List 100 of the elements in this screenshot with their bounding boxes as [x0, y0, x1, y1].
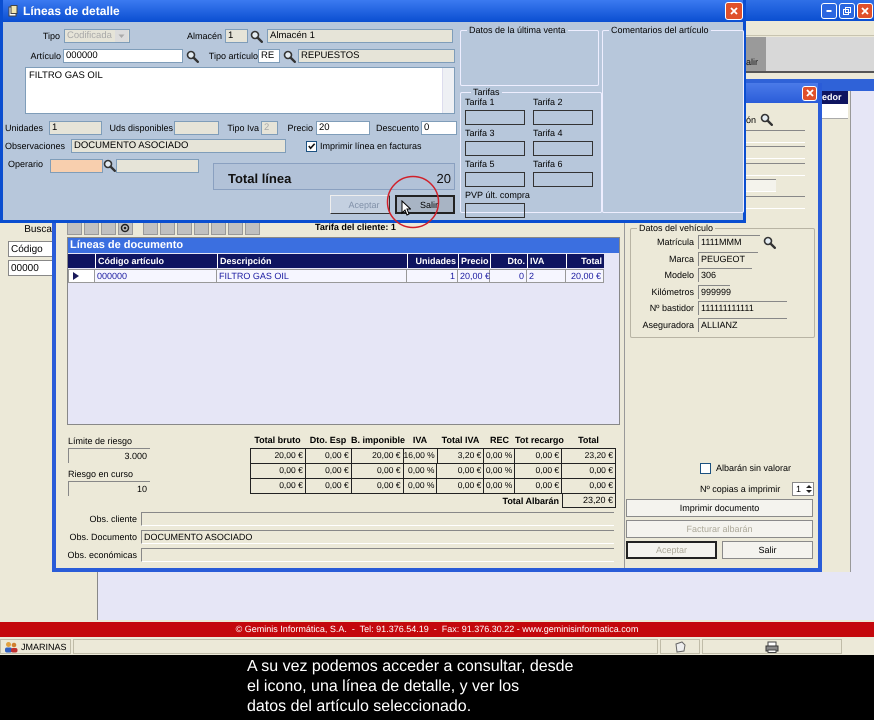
toolbar-button[interactable] [245, 222, 260, 235]
toolbar-button[interactable] [160, 222, 175, 235]
text-field[interactable] [465, 141, 525, 156]
text-field[interactable] [746, 162, 805, 176]
row-indicator[interactable] [68, 269, 95, 283]
search-icon[interactable] [250, 30, 263, 42]
table-cell-text: 23,20 € [584, 449, 614, 462]
toolbar-button[interactable] [143, 222, 158, 235]
checkbox[interactable] [700, 462, 711, 474]
text-field[interactable]: 999999 [698, 284, 730, 298]
text-field[interactable]: 306 [698, 268, 752, 282]
field-label: Tarifa 2 [533, 97, 564, 107]
spin-arrows-icon[interactable] [805, 483, 813, 495]
text-field[interactable] [746, 196, 805, 208]
toolbar-button[interactable] [194, 222, 209, 235]
table-cell: 0,00 % [404, 464, 438, 478]
field-label: Obs. cliente [88, 513, 137, 525]
toolbar-button[interactable] [118, 222, 133, 235]
text-field[interactable]: 1 [49, 121, 102, 135]
toolbar-button[interactable] [101, 222, 116, 235]
close-button[interactable] [857, 2, 873, 18]
printer-icon [764, 640, 779, 652]
text-field[interactable]: 000000 [63, 49, 183, 63]
table-cell: 0,00 % [484, 464, 516, 478]
field-label: Matrícula [656, 237, 694, 247]
spinner-field[interactable]: 1 [792, 482, 814, 496]
restore-button[interactable] [839, 2, 855, 18]
text-field[interactable] [174, 121, 219, 135]
column-header[interactable]: Código artículo [95, 254, 217, 268]
text-field[interactable]: Almacén 1 [267, 29, 453, 43]
text-field[interactable] [465, 203, 525, 218]
text-field[interactable]: PEUGEOT [698, 252, 758, 266]
checkbox-label: Imprimir línea en facturas [320, 141, 422, 151]
search-icon[interactable] [763, 236, 776, 248]
text-field[interactable] [533, 172, 593, 187]
text-field[interactable]: 10 [68, 481, 150, 496]
toolbar-button[interactable] [211, 222, 226, 235]
column-header[interactable]: Unidades [407, 254, 458, 268]
text-field[interactable]: 20 [316, 121, 370, 135]
search-icon[interactable] [760, 113, 774, 126]
column-header[interactable]: IVA [527, 254, 566, 268]
search-icon[interactable] [186, 50, 199, 62]
text-field[interactable] [50, 159, 103, 173]
text-field[interactable]: 3.000 [68, 448, 150, 463]
search-type-field[interactable]: Código [8, 241, 52, 257]
column-header: Tot recargo [515, 435, 562, 447]
column-header: Total IVA [440, 435, 480, 447]
description-textarea[interactable]: FILTRO GAS OIL [25, 67, 455, 114]
text-field[interactable]: RE [258, 49, 280, 63]
text-field[interactable]: 1 [225, 29, 248, 43]
column-header[interactable]: Dto. [490, 254, 527, 268]
search-icon[interactable] [103, 159, 116, 172]
toolbar-button[interactable] [228, 222, 243, 235]
text-field[interactable]: ALLIANZ [698, 318, 787, 332]
text-field[interactable] [746, 179, 776, 192]
action-button[interactable]: Imprimir documento [626, 499, 813, 517]
text-field[interactable] [533, 141, 593, 156]
table-cell: 0,00 % [404, 479, 438, 493]
text-field[interactable] [141, 512, 614, 526]
toolbar-button[interactable] [177, 222, 192, 235]
search-icon[interactable] [283, 50, 296, 62]
text-field[interactable]: REPUESTOS [298, 49, 455, 63]
text-field[interactable] [533, 110, 593, 125]
close-icon [860, 6, 870, 16]
table-cell: 0,00 € [251, 479, 306, 493]
checkbox[interactable] [306, 140, 317, 152]
text-field[interactable]: 111111111111 [698, 301, 787, 315]
toolbar-button[interactable] [67, 222, 82, 235]
text-field[interactable]: 1111MMM [698, 235, 760, 249]
table-cell: 0,00 % [484, 479, 516, 493]
search-label: Busca [24, 224, 52, 235]
text-field[interactable] [746, 130, 805, 142]
scrollbar[interactable] [442, 68, 454, 113]
text-field[interactable] [116, 159, 199, 173]
close-button[interactable] [725, 2, 743, 20]
close-button[interactable] [802, 86, 817, 100]
text-field[interactable] [465, 172, 525, 187]
text-field[interactable]: DOCUMENTO ASOCIADO [141, 530, 614, 544]
column-header[interactable]: Precio [458, 254, 490, 268]
minimize-button[interactable] [821, 2, 837, 18]
text-field[interactable] [141, 548, 614, 562]
text-field[interactable]: 0 [421, 121, 457, 135]
table-cell: 0,00 € [352, 464, 404, 478]
field-label: Almacén [186, 31, 222, 41]
column-header: IVA [412, 435, 428, 447]
text-field[interactable] [465, 110, 525, 125]
search-field[interactable]: 00000 [8, 260, 52, 276]
toolbar-button[interactable]: alir [746, 37, 766, 71]
toolbar-button[interactable] [84, 222, 99, 235]
table-cell: FILTRO GAS OIL [217, 269, 407, 283]
field-label: PVP últ. compra [465, 190, 529, 200]
column-header[interactable]: Descripción [217, 254, 407, 268]
column-header[interactable]: Total [566, 254, 604, 268]
action-button[interactable]: Salir [722, 541, 813, 559]
column-header: Total bruto [253, 435, 302, 447]
text-field[interactable]: DOCUMENTO ASOCIADO [71, 139, 286, 153]
text-field[interactable] [746, 146, 805, 159]
field-label: Modelo [663, 270, 694, 280]
action-button[interactable]: Salir [395, 195, 455, 214]
caption-text: A su vez podemos acceder a consultar, desde [247, 657, 574, 677]
